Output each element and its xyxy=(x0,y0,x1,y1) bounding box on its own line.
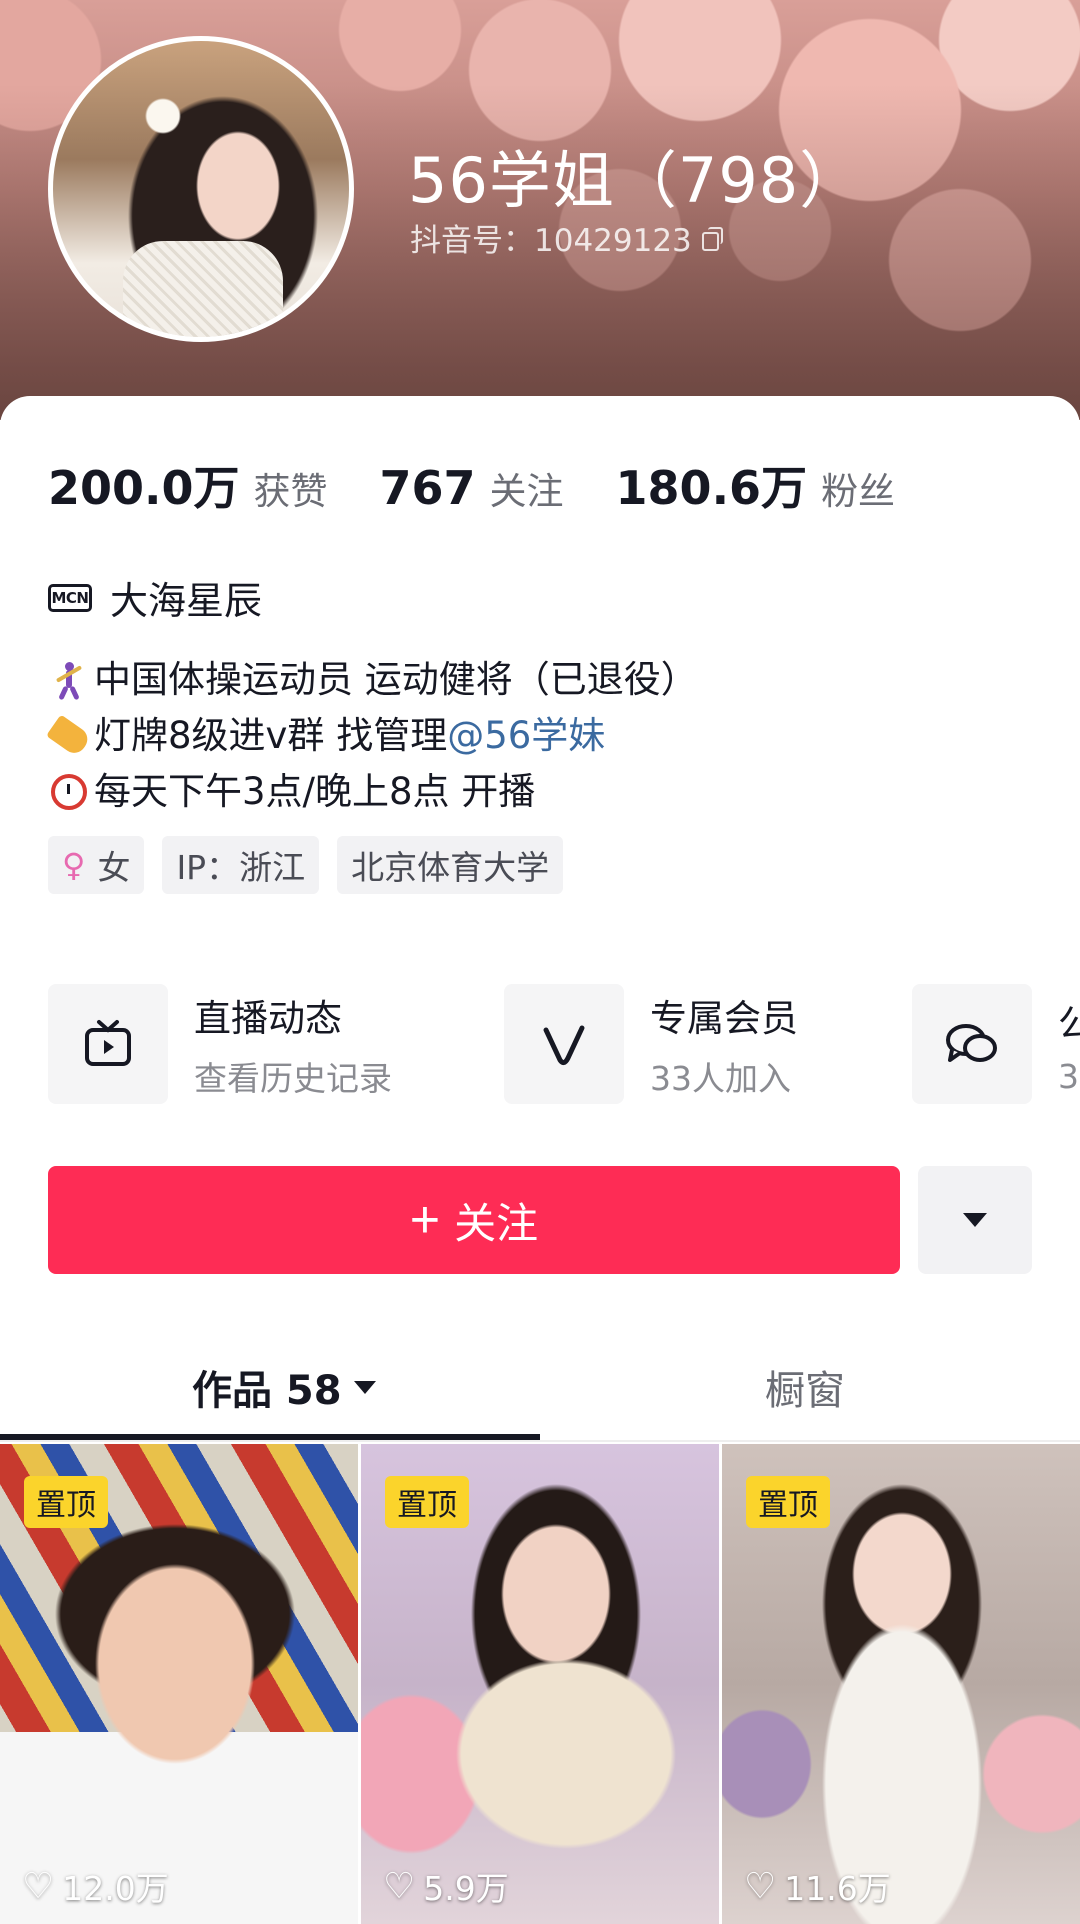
stats-row: 200.0万 获赞 767 关注 180.6万 粉丝 xyxy=(48,452,947,518)
video-thumbnail[interactable]: 置顶 ♡ 5.9万 xyxy=(361,1444,719,1924)
heart-icon: ♡ xyxy=(383,1865,416,1907)
feature-group-title: 公 xyxy=(1058,1001,1080,1045)
tab-divider xyxy=(0,1440,1080,1442)
content-tabs: 作品 58 橱窗 xyxy=(0,1340,1080,1440)
feature-membership-title: 专属会员 xyxy=(650,997,798,1040)
stat-following-label: 关注 xyxy=(489,470,564,513)
more-dropdown-button[interactable] xyxy=(918,1166,1032,1274)
bio-line-1-text: 中国体操运动员 运动健将（已退役） xyxy=(94,658,698,701)
mcn-name: 大海星辰 xyxy=(110,579,263,623)
stat-followers[interactable]: 180.6万 粉丝 xyxy=(616,452,896,518)
bio-line-3: 每天下午3点/晚上8点 开播 xyxy=(48,764,698,820)
stat-followers-value: 180.6万 xyxy=(615,461,808,515)
profile-tags: ♀ 女 IP：浙江 北京体育大学 xyxy=(48,836,564,894)
heart-icon: ♡ xyxy=(22,1865,55,1907)
video-thumbnail[interactable]: 置顶 ♡ 12.0万 xyxy=(0,1444,358,1924)
video-grid: 置顶 ♡ 12.0万 置顶 ♡ 5.9万 置顶 ♡ 11.6万 xyxy=(0,1444,1080,1924)
stat-followers-label: 粉丝 xyxy=(821,470,896,513)
mcn-row[interactable]: MCN 大海星辰 xyxy=(48,570,262,625)
douyin-id-row[interactable]: 抖音号：10429123 xyxy=(410,215,724,260)
alarm-clock-icon xyxy=(48,774,90,810)
video-likes: ♡ 12.0万 xyxy=(22,1862,169,1910)
feature-membership[interactable]: 专属会员 33人加入 xyxy=(504,984,798,1104)
feature-group-chat[interactable]: 公 3 xyxy=(912,984,1080,1104)
copy-icon[interactable] xyxy=(701,226,724,251)
gymnast-icon xyxy=(48,660,90,701)
feature-membership-subtitle: 33人加入 xyxy=(650,1059,791,1098)
bio-line-2-text: 灯牌8级进v群 找管理 xyxy=(94,714,448,757)
pinned-badge: 置顶 xyxy=(385,1476,469,1528)
stat-following[interactable]: 767 关注 xyxy=(380,461,564,515)
bio-line-1: 中国体操运动员 运动健将（已退役） xyxy=(48,652,698,708)
tab-shop-label: 橱窗 xyxy=(765,1368,845,1414)
feature-live-history[interactable]: 直播动态 查看历史记录 xyxy=(48,984,392,1104)
caret-down-icon xyxy=(963,1213,987,1227)
tab-works-label: 作品 58 xyxy=(192,1368,342,1414)
stat-likes-label: 获赞 xyxy=(253,470,328,513)
video-likes: ♡ 5.9万 xyxy=(383,1862,509,1910)
avatar[interactable] xyxy=(48,36,354,342)
bio: 中国体操运动员 运动健将（已退役） 灯牌8级进v群 找管理 @56学妹 每天下午… xyxy=(45,652,698,820)
stat-following-value: 767 xyxy=(379,461,476,515)
chat-bubbles-icon xyxy=(912,984,1032,1104)
v-member-icon xyxy=(504,984,624,1104)
tag-gender-text: 女 xyxy=(97,848,131,887)
female-icon: ♀ xyxy=(62,846,86,884)
pinned-badge: 置顶 xyxy=(746,1476,830,1528)
feature-live-subtitle: 查看历史记录 xyxy=(194,1059,392,1098)
mcn-icon: MCN xyxy=(48,583,92,612)
stat-likes-value: 200.0万 xyxy=(48,461,240,515)
label-tag-icon xyxy=(45,714,93,758)
bio-line-2: 灯牌8级进v群 找管理 @56学妹 xyxy=(45,708,698,764)
profile-nickname: 56学姐（798） xyxy=(408,144,863,217)
feature-live-title: 直播动态 xyxy=(194,997,342,1040)
douyin-id: 抖音号：10429123 xyxy=(410,223,692,259)
tag-ip: IP：浙江 xyxy=(162,836,320,894)
tag-school[interactable]: 北京体育大学 xyxy=(337,836,564,894)
video-likes-count: 11.6万 xyxy=(784,1869,891,1908)
video-likes-count: 12.0万 xyxy=(62,1869,169,1908)
video-likes-count: 5.9万 xyxy=(423,1869,509,1908)
tag-gender: ♀ 女 xyxy=(48,836,145,894)
heart-icon: ♡ xyxy=(744,1865,777,1907)
follow-button-label: 关注 xyxy=(454,1199,539,1247)
plus-icon: + xyxy=(409,1191,441,1249)
feature-group-subtitle: 3 xyxy=(1058,1056,1079,1096)
stat-likes[interactable]: 200.0万 获赞 xyxy=(48,452,328,518)
bio-mention-link[interactable]: @56学妹 xyxy=(447,708,605,764)
bio-line-3-text: 每天下午3点/晚上8点 开播 xyxy=(94,770,536,813)
caret-down-icon xyxy=(353,1380,376,1394)
tab-shop[interactable]: 橱窗 xyxy=(765,1358,845,1416)
pinned-badge: 置顶 xyxy=(24,1476,108,1528)
feature-row: 直播动态 查看历史记录 专属会员 33人加入 公 3 xyxy=(48,984,1080,1106)
tv-play-icon xyxy=(48,984,168,1104)
video-likes: ♡ 11.6万 xyxy=(744,1862,891,1910)
follow-button[interactable]: + 关注 xyxy=(48,1166,900,1274)
video-thumbnail[interactable]: 置顶 ♡ 11.6万 xyxy=(722,1444,1080,1924)
tab-works[interactable]: 作品 58 xyxy=(192,1358,376,1416)
